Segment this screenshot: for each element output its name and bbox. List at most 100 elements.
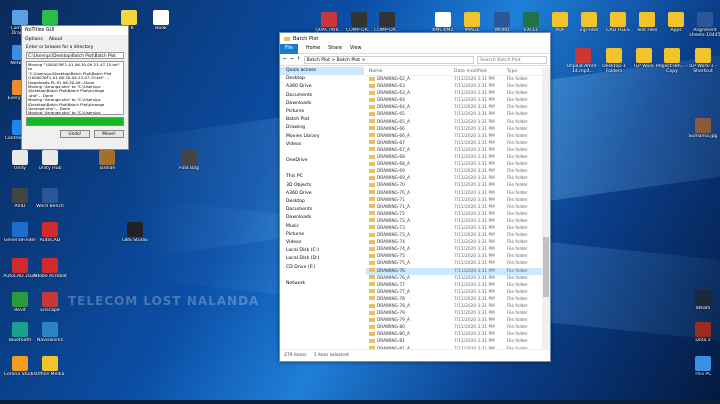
nav-item[interactable]: Pictures	[280, 108, 364, 116]
file-row[interactable]: DRAWING-79 7/11/2020 3:31 PM File folder	[366, 310, 542, 317]
desktop-icon[interactable]: AVID	[3, 188, 37, 214]
nav-item[interactable]: Network	[280, 280, 364, 288]
desktop-icon[interactable]: This PC	[686, 356, 720, 382]
file-row[interactable]: DRAWING-76 7/11/2020 3:31 PM File folder	[366, 267, 542, 275]
up-icon[interactable]: ↑	[297, 57, 301, 62]
file-row[interactable]: DRAWING-73_A 7/11/2020 3:31 PM File folder	[366, 232, 542, 239]
scrollbar-thumb[interactable]	[543, 237, 549, 297]
file-row[interactable]: DRAWING-80 7/11/2020 3:31 PM File folder	[366, 324, 542, 331]
back-icon[interactable]: ←	[283, 57, 287, 62]
tab-share[interactable]: Share	[328, 46, 342, 51]
desktop-icon[interactable]: AutoCAD	[33, 222, 67, 248]
desktop-icon[interactable]: OBS Studio	[118, 222, 152, 248]
address-bar[interactable]: Batch Plot > Batch Plot >	[303, 55, 474, 64]
file-row[interactable]: DRAWING-77_A 7/11/2020 3:31 PM File folder	[366, 289, 542, 296]
nav-item[interactable]: Documents	[280, 92, 364, 100]
desktop-icon[interactable]: AutoCAD 2020	[3, 258, 37, 284]
file-row[interactable]: DRAWING-65_A 7/11/2020 3:31 PM File folder	[366, 119, 542, 126]
file-row[interactable]: DRAWING-78_A 7/11/2020 3:31 PM File folder	[366, 303, 542, 310]
file-row[interactable]: DRAWING-63 7/11/2020 3:31 PM File folder	[366, 83, 542, 90]
file-row[interactable]: DRAWING-68 7/11/2020 3:31 PM File folder	[366, 154, 542, 161]
desktop-icon[interactable]: Book	[144, 10, 178, 36]
file-row[interactable]: DRAWING-80_A 7/11/2020 3:31 PM File folder	[366, 331, 542, 338]
desktop-icon[interactable]: Adobe Acrobat	[33, 258, 67, 284]
nav-item[interactable]: Local Disk (C:)	[280, 247, 364, 255]
nav-item[interactable]: Quick access	[280, 67, 364, 76]
file-row[interactable]: DRAWING-67_A 7/11/2020 3:31 PM File folder	[366, 147, 542, 154]
file-row[interactable]: DRAWING-66_A 7/11/2020 3:31 PM File folder	[366, 133, 542, 140]
file-row[interactable]: DRAWING-72_A 7/11/2020 3:31 PM File folder	[366, 218, 542, 225]
notitles-window[interactable]: NoTitles GUI Options About Enter or brow…	[21, 25, 129, 150]
desktop-icon[interactable]: ILP Work-1 - Shortcut	[686, 48, 720, 74]
file-row[interactable]: DRAWING-76_A 7/11/2020 3:31 PM File folder	[366, 275, 542, 282]
desktop-icon[interactable]: Sumama.jpg	[686, 118, 720, 144]
desktop-icon[interactable]: Corona Studio	[3, 356, 37, 382]
file-row[interactable]: DRAWING-78 7/11/2020 3:31 PM File folder	[366, 296, 542, 303]
desktop-icon[interactable]: Unity Hub	[33, 150, 67, 176]
desktop-icon[interactable]: Unpaid Amnt - 14.mp4...	[566, 48, 600, 74]
desktop-icon[interactable]: Unity	[3, 150, 37, 176]
file-row[interactable]: DRAWING-73 7/11/2020 3:31 PM File folder	[366, 225, 542, 232]
file-row[interactable]: DRAWING-69 7/11/2020 3:31 PM File folder	[366, 168, 542, 175]
desktop-icon[interactable]: Navisworks	[33, 322, 67, 348]
column-name[interactable]: Name	[366, 67, 454, 75]
file-row[interactable]: DRAWING-64 7/11/2020 3:31 PM File folder	[366, 97, 542, 104]
file-row[interactable]: DRAWING-75_A 7/11/2020 3:31 PM File folder	[366, 260, 542, 267]
file-row[interactable]: DRAWING-71 7/11/2020 3:31 PM File folder	[366, 197, 542, 204]
tab-view[interactable]: View	[350, 46, 361, 51]
file-row[interactable]: DRAWING-62_A 7/11/2020 3:31 PM File folder	[366, 76, 542, 83]
nav-item[interactable]: Videos	[280, 141, 364, 149]
nav-item[interactable]: 3D Objects	[280, 182, 364, 190]
nav-item[interactable]: Drawing	[280, 124, 364, 132]
file-row[interactable]: DRAWING-68_A 7/11/2020 3:31 PM File folder	[366, 161, 542, 168]
file-row[interactable]: DRAWING-75 7/11/2020 3:31 PM File folder	[366, 253, 542, 260]
column-type[interactable]: Type	[507, 67, 542, 75]
desktop-icon[interactable]: Word Bench	[33, 188, 67, 214]
nav-item[interactable]: OneDrive	[280, 157, 364, 165]
directory-input[interactable]: C:\Users\pc\Desktop\Batch Plot\Batch Plo…	[26, 52, 124, 59]
nav-item[interactable]: Desktop	[280, 75, 364, 83]
file-row[interactable]: DRAWING-64_A 7/11/2020 3:31 PM File folder	[366, 104, 542, 111]
file-row[interactable]: DRAWING-70 7/11/2020 3:31 PM File folder	[366, 182, 542, 189]
nav-item[interactable]: Movies Library	[280, 133, 364, 141]
nav-item[interactable]: Documents	[280, 206, 364, 214]
nav-item[interactable]: A360 Drive	[280, 190, 364, 198]
forward-icon[interactable]: →	[290, 57, 294, 62]
undo-button[interactable]: Undo!	[60, 130, 90, 138]
file-row[interactable]: DRAWING-79_A 7/11/2020 3:31 PM File folder	[366, 317, 542, 324]
file-row[interactable]: DRAWING-74 7/11/2020 3:31 PM File folder	[366, 239, 542, 246]
nav-item[interactable]: Downloads	[280, 100, 364, 108]
desktop-icon[interactable]: Office Media	[33, 356, 67, 382]
desktop-icon[interactable]: Tardiae	[90, 150, 124, 176]
file-row[interactable]: DRAWING-66 7/11/2020 3:31 PM File folder	[366, 126, 542, 133]
nav-item[interactable]: Pictures	[280, 231, 364, 239]
file-row[interactable]: DRAWING-67 7/11/2020 3:31 PM File folder	[366, 140, 542, 147]
desktop-icon[interactable]: Steam	[686, 290, 720, 316]
nav-item[interactable]: A360 Drive	[280, 83, 364, 91]
desktop-icon[interactable]: Bluetooth	[3, 322, 37, 348]
tab-file[interactable]: File	[280, 43, 298, 54]
desktop-icon[interactable]: GeneralFinder	[3, 222, 37, 248]
menu-options[interactable]: Options	[25, 37, 43, 42]
file-row[interactable]: DRAWING-72 7/11/2020 3:31 PM File folder	[366, 211, 542, 218]
tab-home[interactable]: Home	[306, 46, 320, 51]
nav-item[interactable]: Videos	[280, 239, 364, 247]
desktop-icon[interactable]: Dota 2	[686, 322, 720, 348]
file-row[interactable]: DRAWING-70_A 7/11/2020 3:31 PM File folder	[366, 190, 542, 197]
nav-item[interactable]: Local Disk (D:)	[280, 255, 364, 263]
desktop-icon[interactable]: Fold Bag	[172, 150, 206, 176]
file-row[interactable]: DRAWING-69_A 7/11/2020 3:31 PM File folder	[366, 175, 542, 182]
desktop-icon[interactable]: Revit	[3, 292, 37, 318]
vertical-scrollbar[interactable]	[542, 67, 550, 349]
nav-item[interactable]: Music	[280, 223, 364, 231]
menu-about[interactable]: About	[49, 37, 63, 42]
file-row[interactable]: DRAWING-63_A 7/11/2020 3:31 PM File folder	[366, 90, 542, 97]
nav-item[interactable]: CD Drive (F:)	[280, 264, 364, 272]
desktop-icon[interactable]: Alignment sheets-10445	[688, 12, 720, 38]
move-button[interactable]: Move!	[94, 130, 124, 138]
desktop-icon[interactable]: Project-IBh... - Copy	[655, 48, 689, 74]
file-row[interactable]: DRAWING-65 7/11/2020 3:31 PM File folder	[366, 111, 542, 118]
desktop-icon[interactable]: Enscape	[33, 292, 67, 318]
file-explorer-window[interactable]: Batch Plot File Home Share View ← → ↑ Ba…	[279, 32, 551, 362]
search-input[interactable]: Search Batch Plot	[477, 55, 547, 64]
